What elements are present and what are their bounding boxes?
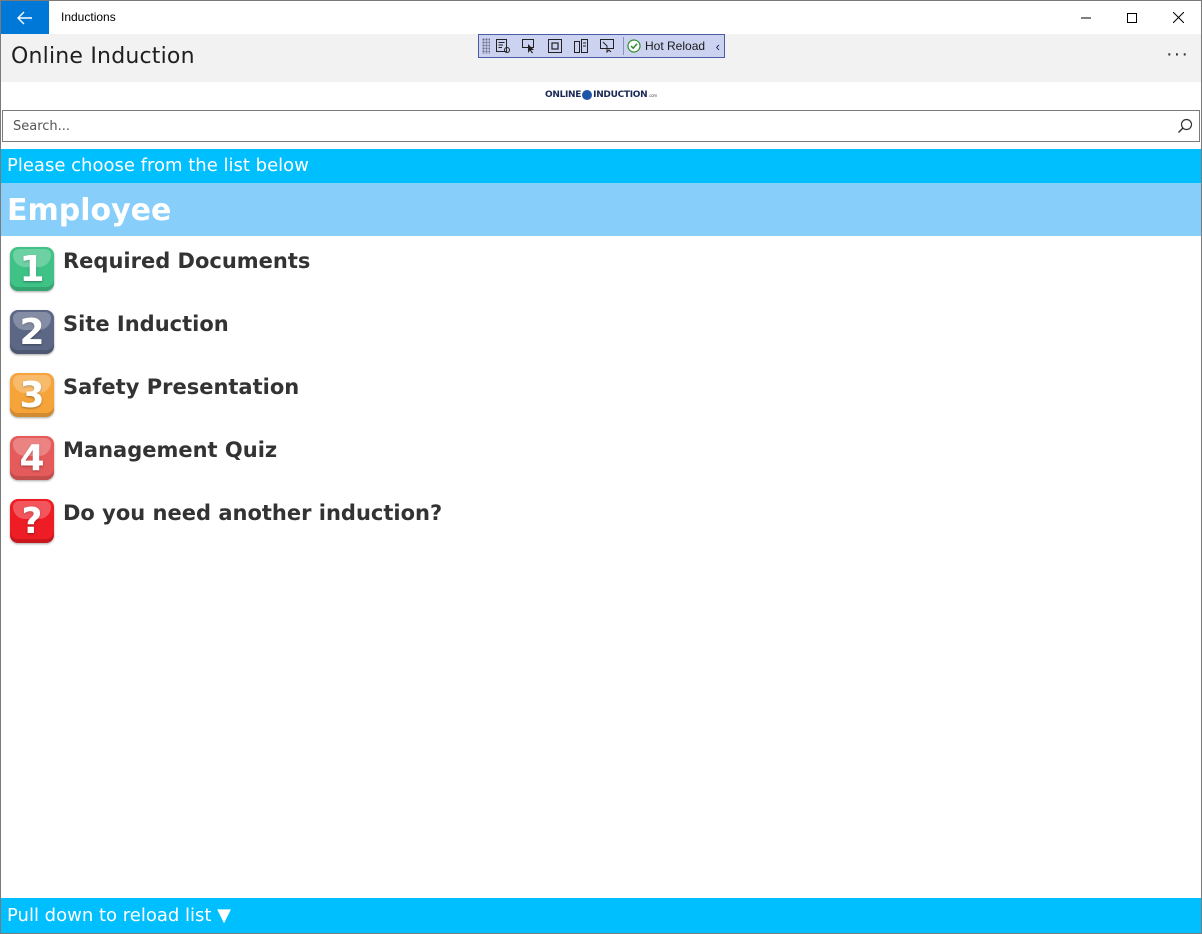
list-item-required-documents[interactable]: 1 Required Documents [1,241,1201,304]
track-focus-button[interactable] [568,35,594,57]
hot-reload-label: Hot Reload [645,39,706,53]
list-item-label: Required Documents [63,249,311,273]
list-item-site-induction[interactable]: 2 Site Induction [1,304,1201,367]
hot-reload-status[interactable]: Hot Reload [627,39,705,53]
list-item-label: Do you need another induction? [63,501,443,525]
list-item-safety-presentation[interactable]: 3 Safety Presentation [1,367,1201,430]
pull-to-reload-footer[interactable]: Pull down to reload list ▼ [1,898,1201,933]
minimize-icon [1081,17,1091,18]
pointer-icon [522,39,534,54]
logo-globe-icon [582,90,593,100]
induction-list: 1 Required Documents 2 Site Induction 3 … [1,241,1201,556]
list-item-label: Management Quiz [63,438,278,462]
number-3-icon: 3 [10,373,54,417]
more-options-button[interactable]: ··· [1166,40,1189,68]
list-item-label: Site Induction [63,312,229,336]
toolbar-separator [623,37,624,55]
check-circle-icon [627,39,641,53]
search-box [2,110,1200,142]
layout-adorner-icon [548,39,562,53]
search-icon[interactable] [1177,118,1193,134]
toolbar-collapse-button[interactable]: ‹ [716,39,720,54]
logo-wordmark: ONLINE INDUCTION .com [545,90,657,100]
title-bar: Inductions [1,1,1201,34]
list-item-another-induction[interactable]: ? Do you need another induction? [1,493,1201,556]
select-element-button[interactable] [490,35,516,57]
number-1-icon: 1 [10,247,54,291]
search-input[interactable] [3,111,1163,141]
display-layout-button[interactable] [594,35,620,57]
close-icon [1172,12,1184,23]
instruction-banner: Please choose from the list below [1,149,1201,183]
minimize-button[interactable] [1063,1,1109,34]
maximize-icon [1127,12,1137,23]
window-title: Inductions [61,10,116,24]
list-item-label: Safety Presentation [63,375,300,399]
group-header-employee: Employee [1,183,1201,236]
number-4-icon: 4 [10,436,54,480]
online-induction-logo: ONLINE INDUCTION .com [1,82,1201,108]
maximize-button[interactable] [1109,1,1155,34]
back-button[interactable] [1,1,49,34]
arrow-left-icon [17,11,32,24]
question-mark-icon: ? [10,499,54,543]
logo-text-right: INDUCTION [593,90,648,100]
track-focus-icon [574,39,588,53]
select-element-icon [496,39,510,53]
app-window: Inductions Online Induction ··· Hot Relo… [0,0,1202,934]
logo-text-left: ONLINE [544,90,582,100]
logo-suffix: .com [648,92,658,98]
layout-adorner-button[interactable] [542,35,568,57]
close-button[interactable] [1155,1,1201,34]
display-layout-icon [600,39,614,54]
list-item-management-quiz[interactable]: 4 Management Quiz [1,430,1201,493]
number-2-icon: 2 [10,310,54,354]
pointer-button[interactable] [516,35,542,57]
toolbar-grip-handle[interactable] [482,38,490,54]
hot-reload-toolbar: Hot Reload ‹ [478,34,725,58]
app-title: Online Induction [11,44,195,69]
